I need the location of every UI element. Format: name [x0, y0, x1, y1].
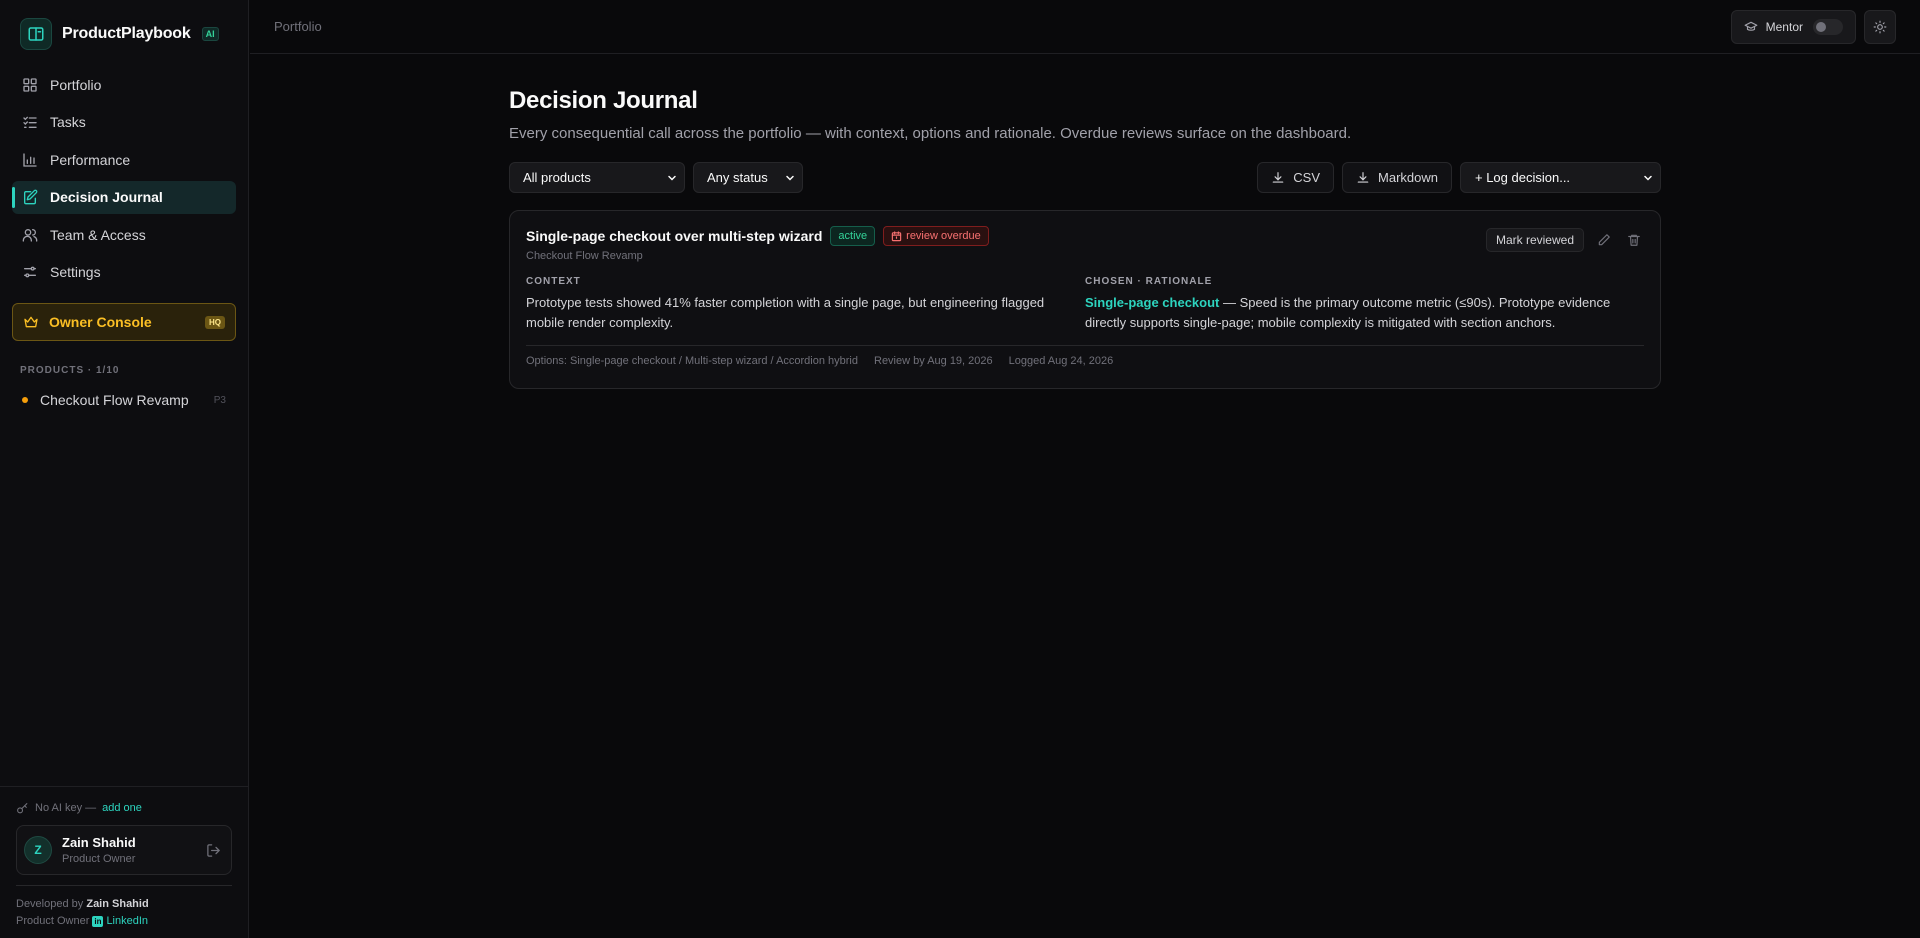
- nav-item-label: Settings: [50, 264, 101, 280]
- review-overdue-label: review overdue: [906, 230, 981, 242]
- notebook-pen-icon: [22, 189, 38, 205]
- decision-meta: Options: Single-page checkout / Multi-st…: [526, 345, 1644, 367]
- ai-key-row: No AI key — add one: [16, 799, 232, 817]
- nav-item-settings[interactable]: Settings: [12, 256, 236, 289]
- nav-item-decision-journal[interactable]: Decision Journal: [12, 180, 236, 214]
- theme-toggle-button[interactable]: [1864, 9, 1896, 44]
- owner-console-label: Owner Console: [49, 314, 152, 330]
- decision-options: Options: Single-page checkout / Multi-st…: [526, 355, 858, 367]
- ai-badge: AI: [201, 27, 219, 41]
- graduation-cap-icon: [1744, 20, 1758, 34]
- rationale-label: CHOSEN · RATIONALE: [1085, 276, 1213, 287]
- review-by-date: Review by Aug 19, 2026: [874, 355, 993, 367]
- chevron-down-icon: [1642, 172, 1654, 184]
- logged-date: Logged Aug 24, 2026: [1008, 355, 1114, 367]
- download-icon: [1356, 171, 1370, 185]
- nav-item-portfolio[interactable]: Portfolio: [12, 68, 236, 101]
- user-name: Zain Shahid: [62, 835, 136, 850]
- main-content: Decision Journal Every consequential cal…: [509, 87, 1661, 389]
- review-overdue-badge: review overdue: [883, 226, 989, 246]
- decision-product: Checkout Flow Revamp: [526, 250, 643, 262]
- rationale-text: Single-page checkout — Speed is the prim…: [1085, 293, 1644, 333]
- credits: Developed by Zain Shahid Product Owner i…: [16, 885, 232, 930]
- crown-icon: [23, 314, 39, 330]
- page-subtitle: Every consequential call across the port…: [509, 125, 1352, 142]
- decision-title: Single-page checkout over multi-step wiz…: [526, 228, 823, 244]
- chosen-option: Single-page checkout: [1085, 295, 1220, 310]
- list-check-icon: [22, 114, 38, 130]
- logout-icon[interactable]: [206, 843, 221, 858]
- product-name: Checkout Flow Revamp: [40, 392, 189, 408]
- trash-icon[interactable]: [1624, 230, 1644, 250]
- chevron-down-icon: [784, 172, 796, 184]
- csv-label: CSV: [1293, 170, 1321, 185]
- context-text: Prototype tests showed 41% faster comple…: [526, 295, 1045, 330]
- sun-icon: [1873, 20, 1887, 34]
- mark-reviewed-button[interactable]: Mark reviewed: [1485, 228, 1584, 252]
- status-dot: [22, 397, 28, 403]
- status-filter-select[interactable]: Any status: [693, 162, 803, 193]
- status-badge: active: [830, 226, 876, 246]
- bar-chart-icon: [22, 152, 38, 168]
- nav-item-tasks[interactable]: Tasks: [12, 106, 236, 139]
- pencil-icon[interactable]: [1594, 230, 1614, 250]
- main-nav: Portfolio Tasks Performance Decision Jou…: [0, 68, 248, 293]
- mentor-label: Mentor: [1765, 19, 1803, 34]
- linkedin-icon: in: [92, 916, 104, 927]
- page-title: Decision Journal: [509, 87, 698, 114]
- chevron-down-icon: [666, 172, 678, 184]
- export-markdown-button[interactable]: Markdown: [1342, 162, 1452, 193]
- mentor-toggle[interactable]: Mentor: [1730, 9, 1856, 44]
- owner-console-button[interactable]: Owner Console HQ: [12, 303, 236, 341]
- brand-name: ProductPlaybook: [62, 25, 191, 42]
- developer-name: Zain Shahid: [86, 898, 149, 910]
- user-card: Z Zain Shahid Product Owner: [16, 825, 232, 875]
- topbar: Portfolio Mentor: [250, 0, 1920, 54]
- add-ai-key-link[interactable]: add one: [102, 802, 142, 814]
- nav-item-label: Performance: [50, 151, 131, 168]
- context-label: CONTEXT: [526, 276, 581, 287]
- products-heading: PRODUCTS · 1/10: [20, 365, 120, 376]
- product-priority: P3: [213, 394, 226, 406]
- key-icon: [16, 802, 29, 815]
- mentor-switch[interactable]: [1813, 18, 1843, 35]
- log-decision-label: + Log decision...: [1475, 170, 1571, 185]
- calendar-alert-icon: [891, 230, 902, 242]
- sidebar-footer: No AI key — add one Z Zain Shahid Produc…: [0, 786, 248, 938]
- download-icon: [1271, 171, 1285, 185]
- product-filter-select[interactable]: All products: [509, 162, 685, 193]
- export-csv-button[interactable]: CSV: [1257, 162, 1335, 193]
- decision-card: Single-page checkout over multi-step wiz…: [509, 210, 1661, 389]
- sliders-icon: [22, 264, 38, 280]
- ai-key-text: No AI key —: [35, 802, 97, 814]
- nav-item-performance[interactable]: Performance: [12, 143, 236, 176]
- rationale-column: CHOSEN · RATIONALE Single-page checkout …: [1085, 276, 1644, 333]
- breadcrumb[interactable]: Portfolio: [274, 19, 1731, 34]
- hq-badge: HQ: [205, 315, 225, 329]
- nav-item-label: Team & Access: [50, 226, 146, 243]
- user-role: Product Owner: [62, 853, 136, 865]
- product-filter-value: All products: [523, 170, 591, 185]
- linkedin-link[interactable]: in LinkedIn: [92, 913, 148, 930]
- users-icon: [22, 227, 38, 243]
- nav-item-team-access[interactable]: Team & Access: [12, 218, 236, 251]
- grid-icon: [22, 77, 38, 93]
- developed-by-label: Developed by: [16, 898, 84, 910]
- toolbar: All products Any status CSV Markdown + L…: [509, 162, 1661, 193]
- avatar: Z: [24, 836, 52, 864]
- nav-item-label: Tasks: [50, 114, 86, 130]
- markdown-label: Markdown: [1378, 170, 1438, 185]
- sidebar: ProductPlaybook AI Portfolio Tasks Perfo…: [0, 0, 249, 938]
- nav-item-label: Decision Journal: [50, 189, 163, 205]
- linkedin-label: LinkedIn: [106, 915, 149, 927]
- status-filter-value: Any status: [707, 170, 768, 185]
- nav-item-label: Portfolio: [50, 76, 102, 93]
- brand[interactable]: ProductPlaybook AI: [0, 0, 248, 68]
- context-column: CONTEXT Prototype tests showed 41% faste…: [526, 276, 1085, 333]
- product-item[interactable]: Checkout Flow Revamp P3: [0, 386, 248, 414]
- log-decision-select[interactable]: + Log decision...: [1460, 162, 1661, 193]
- developer-role: Product Owner: [16, 915, 90, 927]
- book-open-icon: [20, 18, 52, 50]
